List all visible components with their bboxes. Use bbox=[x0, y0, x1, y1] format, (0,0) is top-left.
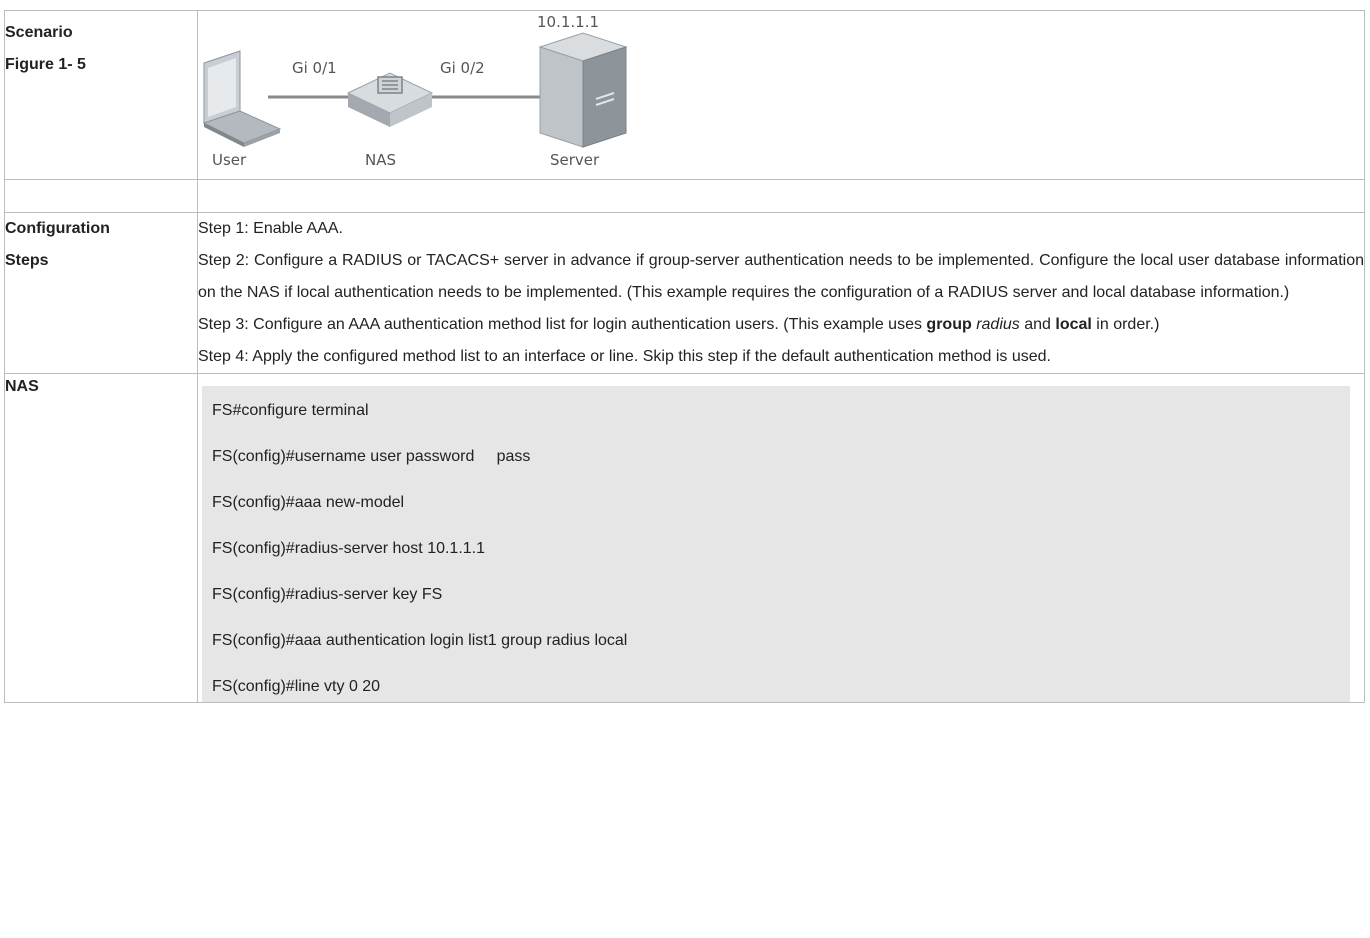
port-gi01-label: Gi 0/1 bbox=[292, 59, 337, 77]
topology-diagram bbox=[202, 32, 628, 148]
code-line: FS(config)#line vty 0 20 bbox=[212, 678, 381, 695]
step-3-tail: in order.) bbox=[1091, 316, 1160, 333]
keyword-group: group bbox=[926, 316, 972, 333]
keyword-radius: radius bbox=[976, 316, 1020, 333]
port-gi02-label: Gi 0/2 bbox=[440, 59, 485, 77]
scenario-row: Scenario Figure 1- 5 10.1.1.1 Gi 0/1 Gi … bbox=[4, 10, 1365, 180]
config-steps-row: Configuration Steps Step 1: Enable AAA. … bbox=[4, 212, 1365, 374]
server-icon bbox=[538, 32, 628, 148]
code-block: FS#configure terminal FS(config)#usernam… bbox=[202, 386, 1350, 702]
code-line: FS(config)#radius-server key FS bbox=[212, 586, 443, 603]
code-line: FS(config)#username user password pass bbox=[212, 448, 531, 465]
nas-label-cell: NAS bbox=[4, 373, 198, 703]
config-label: Configuration bbox=[5, 220, 110, 237]
config-table: Scenario Figure 1- 5 10.1.1.1 Gi 0/1 Gi … bbox=[4, 10, 1365, 703]
topology-figure: 10.1.1.1 Gi 0/1 Gi 0/2 User NAS Server bbox=[198, 11, 1364, 179]
empty-label-cell bbox=[4, 179, 198, 213]
scenario-label-cell: Scenario Figure 1- 5 bbox=[4, 10, 198, 180]
config-steps-cell: Step 1: Enable AAA. Step 2: Configure a … bbox=[197, 212, 1365, 374]
code-line: FS(config)#radius-server host 10.1.1.1 bbox=[212, 540, 486, 557]
step-3-and: and bbox=[1024, 316, 1051, 333]
laptop-icon bbox=[202, 50, 282, 147]
nas-label: NAS bbox=[365, 151, 397, 169]
empty-body-cell bbox=[197, 179, 1365, 213]
step-3: Step 3: Configure an AAA authentication … bbox=[198, 309, 1364, 341]
server-ip-label: 10.1.1.1 bbox=[537, 13, 600, 31]
empty-row bbox=[4, 179, 1365, 213]
nas-row-label: NAS bbox=[5, 378, 39, 395]
nas-config-cell: FS#configure terminal FS(config)#usernam… bbox=[197, 373, 1365, 703]
figure-label: Figure 1- 5 bbox=[5, 56, 86, 73]
steps-label: Steps bbox=[5, 252, 49, 269]
nas-row: NAS FS#configure terminal FS(config)#use… bbox=[4, 373, 1365, 703]
keyword-local: local bbox=[1055, 316, 1092, 333]
step-3-text: Step 3: Configure an AAA authentication … bbox=[198, 316, 927, 333]
code-line: FS(config)#aaa new-model bbox=[212, 494, 405, 511]
server-label: Server bbox=[550, 151, 600, 169]
user-label: User bbox=[212, 151, 247, 169]
code-line: FS(config)#aaa authentication login list… bbox=[212, 632, 628, 649]
config-steps-label-cell: Configuration Steps bbox=[4, 212, 198, 374]
step-1: Step 1: Enable AAA. bbox=[198, 220, 343, 237]
step-2: Step 2: Configure a RADIUS or TACACS+ se… bbox=[198, 252, 1364, 301]
scenario-label: Scenario bbox=[5, 24, 73, 41]
step-4: Step 4: Apply the configured method list… bbox=[198, 348, 1051, 365]
switch-icon bbox=[346, 72, 434, 127]
figure-cell: 10.1.1.1 Gi 0/1 Gi 0/2 User NAS Server bbox=[197, 10, 1365, 180]
code-line: FS#configure terminal bbox=[212, 402, 369, 419]
